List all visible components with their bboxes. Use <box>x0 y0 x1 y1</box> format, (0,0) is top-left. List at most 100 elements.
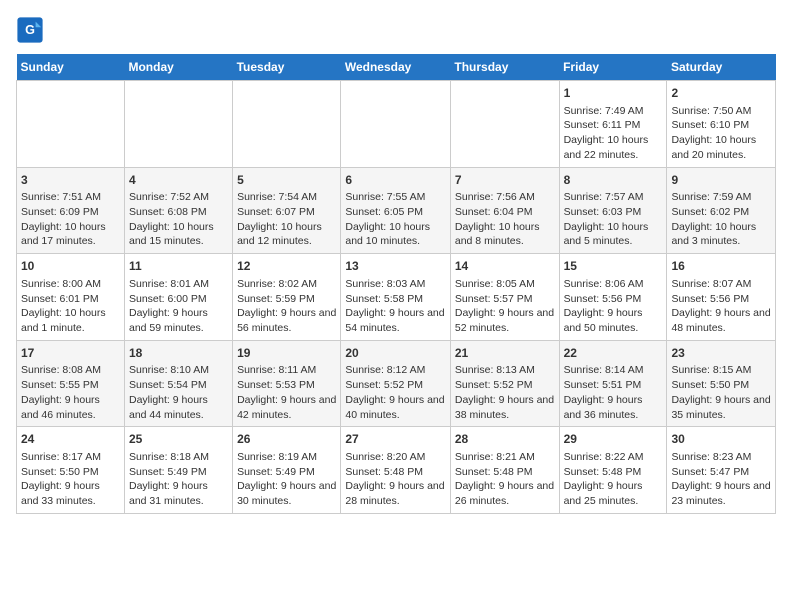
day-info: Sunrise: 7:52 AM Sunset: 6:08 PM Dayligh… <box>129 190 228 249</box>
calendar-cell: 19Sunrise: 8:11 AM Sunset: 5:53 PM Dayli… <box>233 340 341 427</box>
day-number: 8 <box>564 172 663 189</box>
calendar-cell: 21Sunrise: 8:13 AM Sunset: 5:52 PM Dayli… <box>450 340 559 427</box>
day-info: Sunrise: 8:14 AM Sunset: 5:51 PM Dayligh… <box>564 363 663 422</box>
day-number: 24 <box>21 431 120 448</box>
day-info: Sunrise: 8:20 AM Sunset: 5:48 PM Dayligh… <box>345 450 446 509</box>
day-info: Sunrise: 8:05 AM Sunset: 5:57 PM Dayligh… <box>455 277 555 336</box>
calendar-cell <box>233 81 341 168</box>
weekday-header-friday: Friday <box>559 54 667 81</box>
calendar-cell: 22Sunrise: 8:14 AM Sunset: 5:51 PM Dayli… <box>559 340 667 427</box>
day-number: 16 <box>671 258 771 275</box>
weekday-header-tuesday: Tuesday <box>233 54 341 81</box>
calendar-cell: 14 Sunrise: 8:05 AM Sunset: 5:57 PM Dayli… <box>450 254 559 341</box>
calendar-cell: 13 Sunrise: 8:03 AM Sunset: 5:58 PM Dayli… <box>341 254 451 341</box>
day-number: 4 <box>129 172 228 189</box>
calendar-cell: 29 Sunrise: 8:22 AM Sunset: 5:48 PM Dayli… <box>559 427 667 514</box>
day-number: 26 <box>237 431 336 448</box>
day-info: Sunrise: 7:49 AM Sunset: 6:11 PM Dayligh… <box>564 104 663 163</box>
general-blue-icon: G <box>16 16 44 44</box>
day-info: Sunrise: 8:08 AM Sunset: 5:55 PM Dayligh… <box>21 363 120 422</box>
calendar-cell: 10 Sunrise: 8:00 AM Sunset: 6:01 PM Dayli… <box>17 254 125 341</box>
day-info: Sunrise: 8:11 AM Sunset: 5:53 PM Dayligh… <box>237 363 336 422</box>
day-number: 20 <box>345 345 446 362</box>
day-info: Sunrise: 8:02 AM Sunset: 5:59 PM Dayligh… <box>237 277 336 336</box>
calendar-cell: 26 Sunrise: 8:19 AM Sunset: 5:49 PM Dayli… <box>233 427 341 514</box>
day-info: Sunrise: 8:12 AM Sunset: 5:52 PM Dayligh… <box>345 363 446 422</box>
day-number: 19 <box>237 345 336 362</box>
calendar-cell: 23Sunrise: 8:15 AM Sunset: 5:50 PM Dayli… <box>667 340 776 427</box>
calendar-cell: 17Sunrise: 8:08 AM Sunset: 5:55 PM Dayli… <box>17 340 125 427</box>
day-number: 6 <box>345 172 446 189</box>
day-number: 25 <box>129 431 228 448</box>
day-info: Sunrise: 8:07 AM Sunset: 5:56 PM Dayligh… <box>671 277 771 336</box>
day-info: Sunrise: 8:03 AM Sunset: 5:58 PM Dayligh… <box>345 277 446 336</box>
day-info: Sunrise: 8:22 AM Sunset: 5:48 PM Dayligh… <box>564 450 663 509</box>
logo: G <box>16 16 46 44</box>
day-number: 28 <box>455 431 555 448</box>
day-number: 18 <box>129 345 228 362</box>
calendar-cell: 8Sunrise: 7:57 AM Sunset: 6:03 PM Daylig… <box>559 167 667 254</box>
day-info: Sunrise: 8:13 AM Sunset: 5:52 PM Dayligh… <box>455 363 555 422</box>
calendar-cell: 7Sunrise: 7:56 AM Sunset: 6:04 PM Daylig… <box>450 167 559 254</box>
weekday-header-saturday: Saturday <box>667 54 776 81</box>
calendar-cell <box>341 81 451 168</box>
day-number: 9 <box>671 172 771 189</box>
calendar-cell: 12 Sunrise: 8:02 AM Sunset: 5:59 PM Dayli… <box>233 254 341 341</box>
day-number: 1 <box>564 85 663 102</box>
calendar-cell: 20Sunrise: 8:12 AM Sunset: 5:52 PM Dayli… <box>341 340 451 427</box>
svg-text:G: G <box>25 23 35 37</box>
calendar-cell: 15 Sunrise: 8:06 AM Sunset: 5:56 PM Dayli… <box>559 254 667 341</box>
calendar-table: SundayMondayTuesdayWednesdayThursdayFrid… <box>16 54 776 514</box>
calendar-cell: 5Sunrise: 7:54 AM Sunset: 6:07 PM Daylig… <box>233 167 341 254</box>
calendar-cell: 18Sunrise: 8:10 AM Sunset: 5:54 PM Dayli… <box>124 340 232 427</box>
day-number: 13 <box>345 258 446 275</box>
calendar-cell: 9Sunrise: 7:59 AM Sunset: 6:02 PM Daylig… <box>667 167 776 254</box>
calendar-cell: 4Sunrise: 7:52 AM Sunset: 6:08 PM Daylig… <box>124 167 232 254</box>
weekday-header-wednesday: Wednesday <box>341 54 451 81</box>
weekday-header-monday: Monday <box>124 54 232 81</box>
day-number: 11 <box>129 258 228 275</box>
calendar-cell: 28 Sunrise: 8:21 AM Sunset: 5:48 PM Dayli… <box>450 427 559 514</box>
calendar-cell: 3Sunrise: 7:51 AM Sunset: 6:09 PM Daylig… <box>17 167 125 254</box>
day-info: Sunrise: 8:19 AM Sunset: 5:49 PM Dayligh… <box>237 450 336 509</box>
day-info: Sunrise: 8:06 AM Sunset: 5:56 PM Dayligh… <box>564 277 663 336</box>
day-info: Sunrise: 7:59 AM Sunset: 6:02 PM Dayligh… <box>671 190 771 249</box>
day-number: 29 <box>564 431 663 448</box>
day-number: 30 <box>671 431 771 448</box>
calendar-cell: 2 Sunrise: 7:50 AM Sunset: 6:10 PM Daylig… <box>667 81 776 168</box>
day-number: 7 <box>455 172 555 189</box>
calendar-cell <box>450 81 559 168</box>
day-info: Sunrise: 8:23 AM Sunset: 5:47 PM Dayligh… <box>671 450 771 509</box>
day-number: 12 <box>237 258 336 275</box>
day-number: 21 <box>455 345 555 362</box>
day-info: Sunrise: 8:17 AM Sunset: 5:50 PM Dayligh… <box>21 450 120 509</box>
day-info: Sunrise: 7:51 AM Sunset: 6:09 PM Dayligh… <box>21 190 120 249</box>
day-info: Sunrise: 8:00 AM Sunset: 6:01 PM Dayligh… <box>21 277 120 336</box>
day-info: Sunrise: 7:56 AM Sunset: 6:04 PM Dayligh… <box>455 190 555 249</box>
calendar-cell: 25 Sunrise: 8:18 AM Sunset: 5:49 PM Dayli… <box>124 427 232 514</box>
day-number: 2 <box>671 85 771 102</box>
day-info: Sunrise: 8:18 AM Sunset: 5:49 PM Dayligh… <box>129 450 228 509</box>
day-number: 10 <box>21 258 120 275</box>
weekday-header-thursday: Thursday <box>450 54 559 81</box>
day-info: Sunrise: 7:55 AM Sunset: 6:05 PM Dayligh… <box>345 190 446 249</box>
day-info: Sunrise: 7:50 AM Sunset: 6:10 PM Dayligh… <box>671 104 771 163</box>
calendar-cell: 11 Sunrise: 8:01 AM Sunset: 6:00 PM Dayli… <box>124 254 232 341</box>
day-number: 22 <box>564 345 663 362</box>
day-info: Sunrise: 8:10 AM Sunset: 5:54 PM Dayligh… <box>129 363 228 422</box>
day-number: 15 <box>564 258 663 275</box>
day-number: 27 <box>345 431 446 448</box>
calendar-cell: 30 Sunrise: 8:23 AM Sunset: 5:47 PM Dayli… <box>667 427 776 514</box>
day-info: Sunrise: 8:01 AM Sunset: 6:00 PM Dayligh… <box>129 277 228 336</box>
day-number: 23 <box>671 345 771 362</box>
calendar-cell <box>17 81 125 168</box>
day-info: Sunrise: 8:21 AM Sunset: 5:48 PM Dayligh… <box>455 450 555 509</box>
day-number: 17 <box>21 345 120 362</box>
calendar-cell: 1 Sunrise: 7:49 AM Sunset: 6:11 PM Daylig… <box>559 81 667 168</box>
day-number: 5 <box>237 172 336 189</box>
calendar-cell: 27 Sunrise: 8:20 AM Sunset: 5:48 PM Dayli… <box>341 427 451 514</box>
calendar-cell <box>124 81 232 168</box>
weekday-header-sunday: Sunday <box>17 54 125 81</box>
day-number: 3 <box>21 172 120 189</box>
day-number: 14 <box>455 258 555 275</box>
